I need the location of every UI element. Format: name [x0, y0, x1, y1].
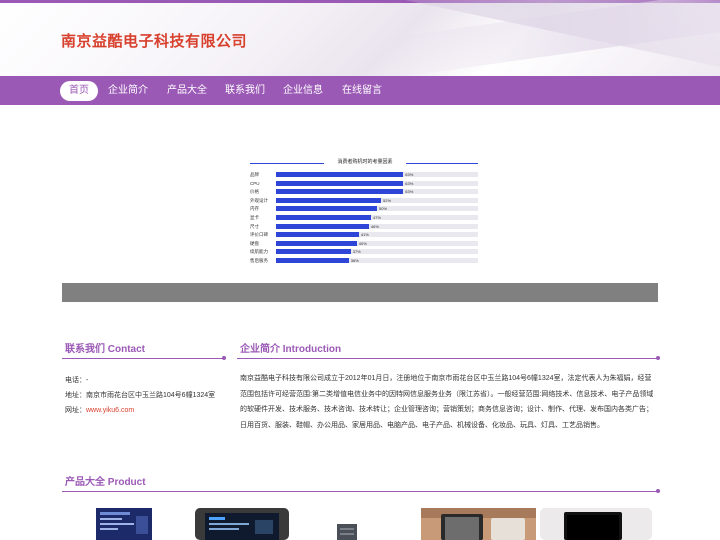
chart-bar-track	[276, 232, 478, 238]
chart-bar-track	[276, 189, 478, 195]
product-thumbnail[interactable]	[94, 508, 154, 540]
chart-value-label: 47%	[372, 215, 381, 220]
chart-category-label: 续航能力	[250, 249, 268, 255]
chart-bar	[276, 189, 404, 195]
product-thumbnail[interactable]	[540, 508, 652, 540]
chart-bar	[276, 197, 382, 203]
chart-bar-track	[276, 240, 478, 246]
chart-row: 品牌 63%	[247, 171, 481, 179]
chart-bar	[276, 240, 357, 246]
chart-title-rule	[406, 163, 478, 164]
chart-category-label: 硬盘	[250, 240, 259, 246]
chart-value-label: 36%	[350, 258, 359, 263]
nav-item-home[interactable]: 首页	[60, 81, 98, 101]
banner-bottom-band	[62, 283, 658, 302]
chart-bar	[276, 215, 371, 220]
chart-bar-track	[276, 197, 478, 203]
chart-bar	[276, 232, 359, 238]
chart-row: 续航能力 37%	[247, 248, 481, 256]
chart-category-label: 价格	[250, 189, 259, 195]
contact-website: 网址：www.yiku6.com	[65, 405, 134, 415]
product-thumbnail[interactable]	[421, 508, 536, 540]
chart-bar-track	[276, 249, 478, 255]
chart-value-label: 41%	[360, 232, 369, 238]
contact-website-label: 网址：	[65, 407, 86, 414]
chart-category-label: 尺寸	[250, 223, 259, 229]
chart-bar	[276, 223, 369, 229]
chart-row: CPU 63%	[247, 180, 481, 188]
contact-website-link[interactable]: www.yiku6.com	[86, 407, 134, 414]
chart-row: 显卡 47%	[247, 214, 481, 222]
chart-value-label: 46%	[370, 223, 379, 229]
chart-category-label: 品牌	[250, 172, 259, 177]
chart-category-label: 显卡	[250, 215, 259, 220]
product-thumbnail[interactable]	[330, 508, 370, 540]
chart-row: 评价口碑 41%	[247, 231, 481, 239]
intro-text: 南京益酷电子科技有限公司成立于2012年01月日，注册地位于南京市雨花台区中玉兰…	[240, 375, 654, 429]
chart-value-label: 40%	[358, 240, 367, 246]
chart-title-row: 消费者购机时的考量因素	[247, 157, 481, 169]
site-title[interactable]: 南京益酷电子科技有限公司	[61, 30, 247, 51]
contact-phone: 电话：-	[65, 377, 89, 384]
chart-value-label: 63%	[405, 172, 414, 177]
products-section-title: 产品大全 Product	[65, 477, 146, 488]
chart-value-label: 63%	[405, 180, 414, 186]
rule-dot	[656, 356, 660, 360]
chart-category-label: 售后服务	[250, 258, 268, 263]
chart-bar-track	[276, 258, 478, 263]
rule-dot	[222, 356, 226, 360]
chart-row: 价格 63%	[247, 188, 481, 196]
chart-category-label: 外观设计	[250, 197, 268, 203]
chart-row: 尺寸 46%	[247, 223, 481, 231]
chart-row: 硬盘 40%	[247, 240, 481, 248]
contact-section-title: 联系我们 Contact	[65, 344, 145, 355]
contact-address: 地址：南京市雨花台区中玉兰路104号6幢1324室	[65, 392, 216, 399]
chart-value-label: 37%	[352, 249, 361, 255]
nav-item-products[interactable]: 产品大全	[164, 81, 210, 101]
chart-bar-track	[276, 180, 478, 186]
chart-category-label: 内存	[250, 206, 259, 212]
chart-row: 内存 50%	[247, 205, 481, 213]
chart-bar	[276, 172, 404, 177]
nav-item-contact[interactable]: 联系我们	[222, 81, 268, 101]
chart-bar-track	[276, 206, 478, 212]
products-section-rule	[62, 489, 660, 493]
nav-item-message[interactable]: 在线留言	[339, 81, 385, 101]
site-header: 南京益酷电子科技有限公司	[0, 0, 720, 76]
nav-item-about[interactable]: 企业简介	[105, 81, 151, 101]
chart-bar	[276, 206, 377, 212]
intro-section-title: 企业简介 Introduction	[240, 344, 342, 355]
chart-category-label: CPU	[250, 180, 260, 186]
chart-title-rule	[250, 163, 324, 164]
chart-row: 外观设计 52%	[247, 197, 481, 205]
chart-value-label: 63%	[405, 189, 414, 195]
chart-bar	[276, 249, 351, 255]
chart-category-label: 评价口碑	[250, 232, 268, 238]
contact-section-rule	[62, 356, 226, 360]
product-thumbnail[interactable]	[195, 508, 289, 540]
main-nav: 首页 企业简介 产品大全 联系我们 企业信息 在线留言	[0, 76, 720, 105]
banner-chart: 消费者购机时的考量因素 品牌 63% CPU 63% 价格 63% 外观设计 52% 内存 50%…	[247, 157, 481, 265]
chart-bar	[276, 180, 404, 186]
chart-value-label: 52%	[383, 197, 392, 203]
chart-row: 售后服务 36%	[247, 257, 481, 265]
chart-value-label: 50%	[379, 206, 388, 212]
chart-bar-track	[276, 172, 478, 177]
nav-item-info[interactable]: 企业信息	[280, 81, 326, 101]
chart-title: 消费者购机时的考量因素	[337, 159, 393, 165]
rule-dot	[656, 489, 660, 493]
intro-section-rule	[237, 356, 660, 360]
chart-bar	[276, 258, 349, 263]
